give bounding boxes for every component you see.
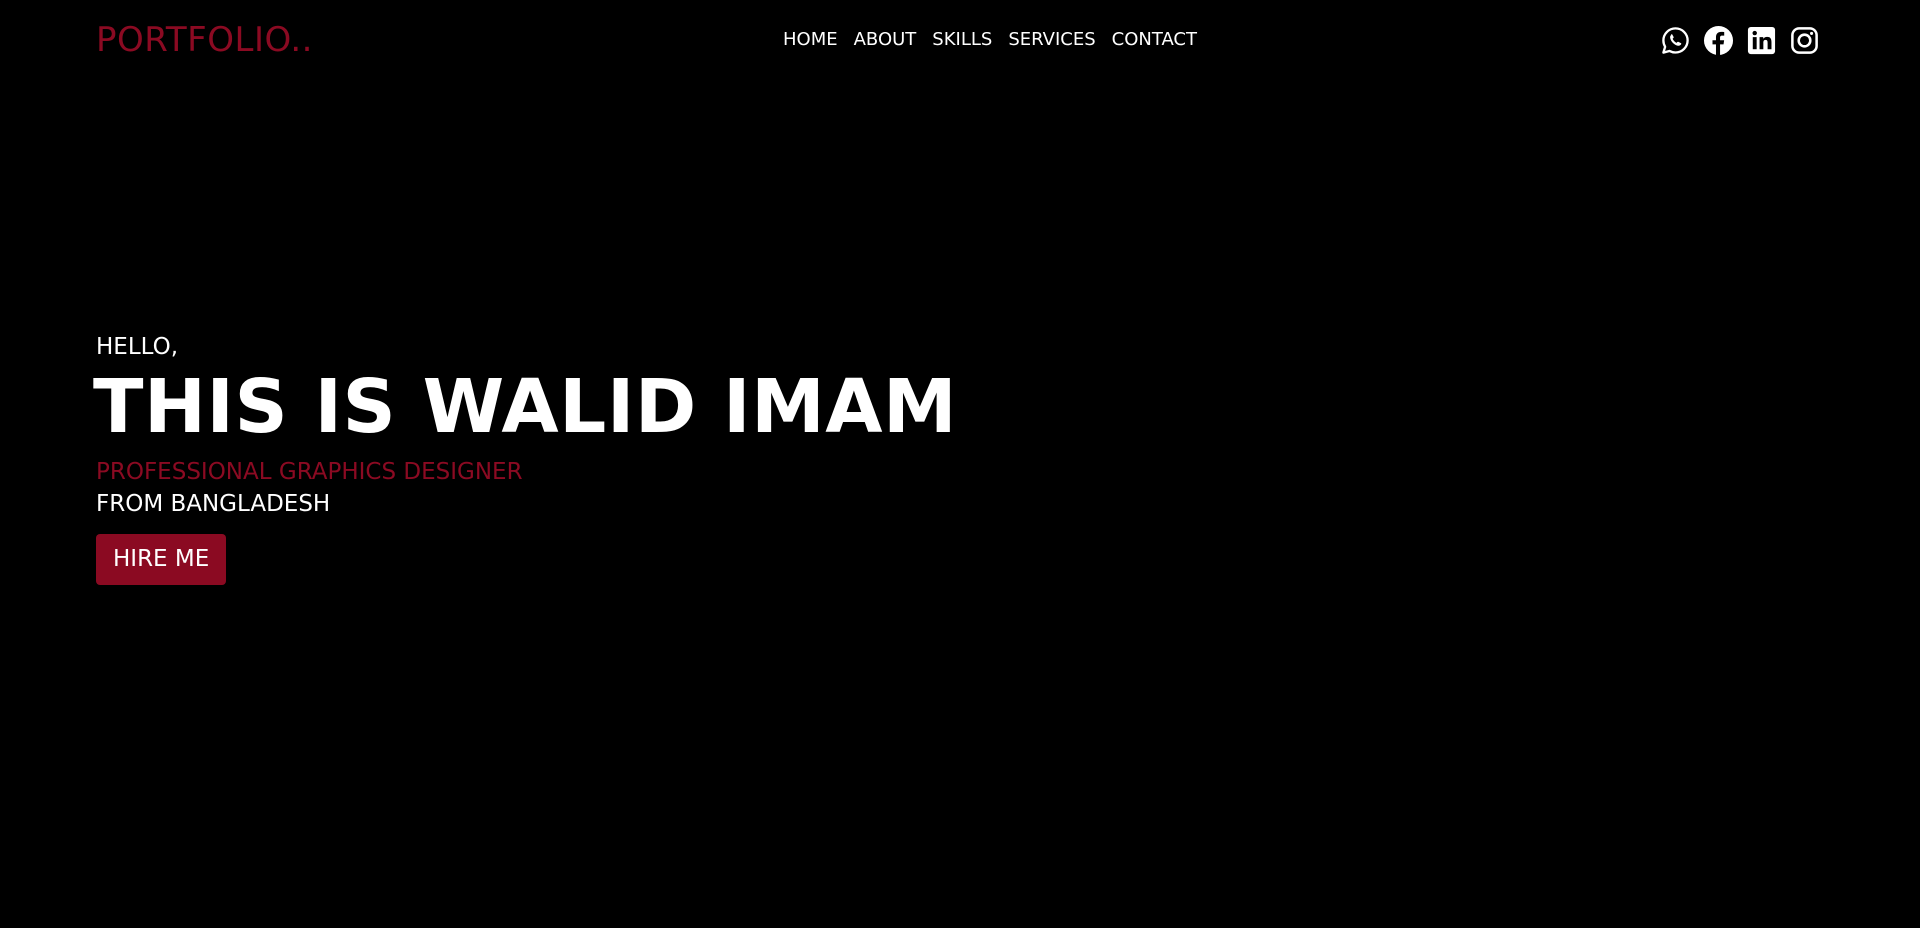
nav-link-home[interactable]: HOME [783, 26, 838, 54]
linkedin-icon[interactable] [1746, 25, 1777, 56]
hero-section: HELLO, THIS IS WALID IMAM PROFESSIONAL G… [93, 330, 1096, 585]
nav-link-contact[interactable]: CONTACT [1112, 26, 1197, 54]
nav-link-services[interactable]: SERVICES [1008, 26, 1095, 54]
nav-link-about[interactable]: ABOUT [854, 26, 917, 54]
hero-greeting: HELLO, [96, 334, 179, 360]
facebook-icon[interactable] [1703, 25, 1734, 56]
hero-origin: FROM BANGLADESH [96, 491, 331, 517]
site-header: PORTFOLIO.. HOME ABOUT SKILLS SERVICES C… [0, 0, 1920, 80]
hero-title: THIS IS WALID IMAM [93, 364, 958, 450]
main-nav: HOME ABOUT SKILLS SERVICES CONTACT [783, 26, 1197, 54]
nav-link-skills[interactable]: SKILLS [932, 26, 992, 54]
hire-me-button[interactable]: HIRE ME [96, 534, 227, 585]
page: PORTFOLIO.. HOME ABOUT SKILLS SERVICES C… [0, 0, 1920, 928]
hero-profession: PROFESSIONAL GRAPHICS DESIGNER [96, 459, 523, 485]
logo-link[interactable]: PORTFOLIO.. [96, 18, 313, 62]
instagram-icon[interactable] [1789, 25, 1820, 56]
social-links [1660, 23, 1820, 57]
whatsapp-icon[interactable] [1660, 25, 1691, 56]
